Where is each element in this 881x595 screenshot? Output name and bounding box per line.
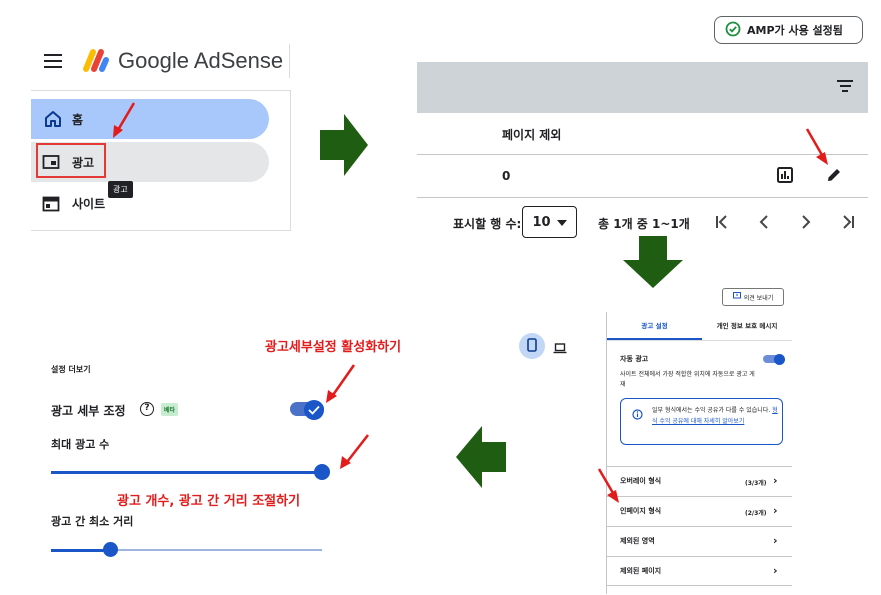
info-text: 일부 형식에서는 수익 공유가 다를 수 있습니다. (652, 407, 771, 414)
sites-icon (42, 195, 60, 213)
column-header: 페이지 제외 (502, 128, 562, 142)
list-item-label: 인페이지 형식 (620, 507, 662, 515)
table-header (417, 62, 868, 113)
divider (417, 154, 868, 155)
min-distance-slider-handle[interactable] (103, 542, 118, 557)
beta-badge: 베타 (161, 403, 179, 416)
red-arrow-icon (113, 102, 136, 138)
prev-page-icon[interactable] (754, 212, 774, 232)
header-divider (289, 44, 290, 78)
rows-per-page-select[interactable]: 10 (522, 206, 577, 238)
home-icon (44, 110, 62, 128)
check-circle-icon (725, 21, 741, 40)
feedback-icon (732, 292, 741, 302)
auto-ads-description: 사이트 전체에서 가장 적합한 위치에 자동으로 광고 게재 (620, 371, 755, 388)
edit-icon[interactable] (825, 166, 843, 188)
dropdown-arrow-icon (556, 215, 567, 230)
auto-ads-label: 자동 광고 (620, 355, 649, 363)
annotation-enable: 광고세부설정 활성화하기 (265, 340, 402, 355)
list-item-count: (3/3개) (745, 480, 767, 487)
check-icon (304, 400, 324, 420)
help-icon[interactable]: ? (140, 402, 154, 416)
divider (607, 340, 792, 341)
red-arrow-icon (340, 434, 369, 469)
amp-status-chip: AMP가 사용 설정됨 (714, 16, 863, 44)
menu-icon[interactable] (44, 54, 62, 68)
red-arrow-icon (597, 468, 619, 503)
brand-name: Google AdSense (118, 48, 284, 73)
max-ads-label: 최대 광고 수 (51, 438, 110, 451)
next-page-icon[interactable] (796, 212, 816, 232)
red-arrow-icon (805, 128, 828, 165)
list-item-label: 오버레이 형식 (620, 477, 662, 485)
last-page-icon[interactable] (838, 212, 858, 232)
flow-arrow-down-icon (623, 236, 683, 288)
flow-arrow-right-icon (320, 114, 368, 176)
sidebar-item-label: 홈 (72, 113, 84, 127)
min-distance-slider-fill (51, 549, 111, 552)
rows-per-page-value: 10 (532, 214, 551, 230)
first-page-icon[interactable] (712, 212, 732, 232)
chevron-right-icon: › (773, 534, 778, 547)
min-distance-label: 광고 간 최소 거리 (51, 515, 134, 528)
highlight-box (36, 143, 106, 178)
report-icon[interactable] (777, 167, 793, 187)
list-item-label: 제외된 페이지 (620, 567, 662, 575)
fine-tune-label: 광고 세부 조정 (51, 404, 126, 418)
min-distance-slider-track[interactable] (111, 549, 322, 551)
auto-ads-toggle[interactable] (763, 353, 785, 365)
list-item-count: (2/3개) (745, 510, 767, 517)
feedback-label: 의견 보내기 (743, 294, 774, 302)
red-arrow-icon (326, 364, 356, 403)
pagination-count: 총 1개 중 1~1개 (598, 217, 690, 231)
toggle-knob (774, 353, 785, 365)
sidebar-item-home[interactable]: 홈 (31, 99, 269, 139)
tab-privacy-messages[interactable]: 개인 정보 보호 메시지 (702, 320, 792, 330)
info-icon (632, 405, 643, 424)
table-cell: 0 (502, 169, 511, 183)
chevron-right-icon: › (773, 504, 778, 517)
tab-ad-settings[interactable]: 광고 설정 (607, 320, 702, 330)
divider (417, 197, 868, 198)
list-item-label: 제외된 영역 (620, 537, 655, 545)
mobile-preview-button[interactable] (519, 333, 545, 359)
adsense-logo-icon (80, 46, 110, 74)
flow-arrow-left-icon (456, 426, 506, 488)
max-ads-slider-track[interactable] (51, 471, 321, 474)
filter-icon[interactable] (837, 80, 853, 92)
chevron-right-icon: › (773, 564, 778, 577)
phone-icon (527, 337, 537, 356)
feedback-button[interactable]: 의견 보내기 (722, 288, 784, 306)
laptop-icon[interactable] (553, 339, 567, 354)
max-ads-slider-handle[interactable] (314, 464, 330, 480)
more-settings-label: 설정 더보기 (51, 365, 91, 374)
sidebar-item-label: 사이트 (72, 197, 106, 211)
amp-status-text: AMP가 사용 설정됨 (747, 24, 843, 37)
rows-per-page-label: 표시할 행 수: (453, 217, 522, 231)
info-notice-text: 일부 형식에서는 수익 공유가 다를 수 있습니다. 형식 수익 공유에 대해 … (652, 405, 778, 427)
annotation-adjust: 광고 개수, 광고 간 거리 조절하기 (117, 494, 301, 509)
chevron-right-icon: › (773, 474, 778, 487)
sidebar-item-sites[interactable]: 사이트 (31, 184, 269, 222)
